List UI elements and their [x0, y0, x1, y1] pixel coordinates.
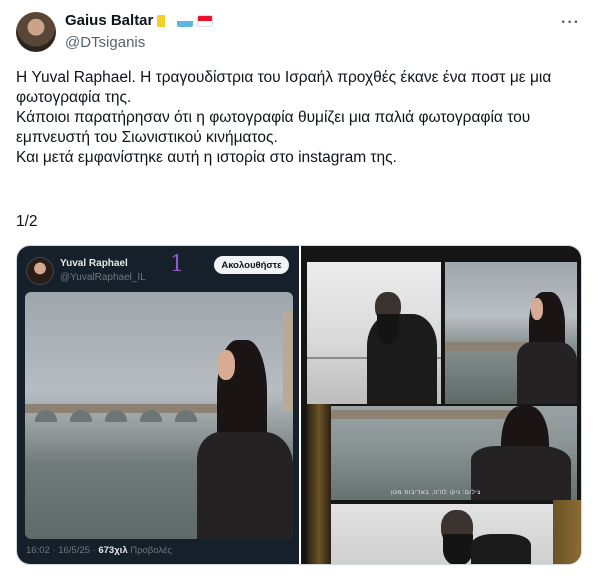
frame-border-left [307, 404, 331, 564]
author-avatar[interactable] [16, 12, 56, 52]
tweet-media-grid: Yuval Raphael @YuvalRaphael_IL 1 Ακολουθ… [16, 245, 582, 565]
thread-counter: 1/2 [16, 213, 38, 230]
author-handle[interactable]: @DTsiganis [65, 34, 145, 51]
woman-jacket [471, 446, 571, 500]
embedded-meta: 16:02 · 16/5/25 · 673χιλ Προβολές [26, 545, 172, 556]
herzl-figure [471, 534, 531, 564]
tweet-paragraph: Και μετά εμφανίστηκε αυτή η ιστορία στο … [16, 149, 397, 166]
riverside-building [283, 312, 293, 412]
bridge [331, 410, 511, 419]
tweet-paragraph: Κάποιοι παρατήρησαν ότι η φωτογραφία θυμ… [16, 109, 535, 146]
herzl-beard [377, 314, 399, 344]
herzl-beard [443, 534, 473, 564]
media-image-comparison[interactable]: צילום: ניקו לה'ה, באדיבות מטן [301, 246, 581, 564]
frame-border-right [553, 500, 581, 564]
herzl-photo-top [307, 262, 441, 404]
embedded-timestamp: 16:02 · 16/5/25 · [26, 545, 99, 556]
woman-face [531, 298, 543, 320]
woman-photo-bottom: צילום: ניקו לה'ה, באדיבות מטן [331, 406, 577, 500]
embedded-views-count: 673χιλ [98, 545, 128, 556]
author-name-row[interactable]: Gaius Baltar [65, 12, 214, 29]
more-options-icon[interactable]: ··· [561, 14, 580, 32]
monaco-flag-icon [197, 14, 214, 27]
handwritten-number: 1 [170, 252, 184, 277]
author-name[interactable]: Gaius Baltar [65, 12, 153, 29]
woman-jacket [517, 342, 577, 404]
embedded-handle: @YuvalRaphael_IL [60, 272, 146, 283]
photo-credit-caption: צילום: ניקו לה'ה, באדיבות מטן [391, 490, 481, 496]
follow-button: Ακολουθήστε [214, 256, 289, 274]
tweet-paragraph: Η Yuval Raphael. Η τραγουδίστρια του Ισρ… [16, 69, 556, 106]
embedded-avatar [26, 257, 54, 285]
woman-jacket [197, 432, 293, 539]
woman-face [217, 350, 235, 380]
tweet-text: Η Yuval Raphael. Η τραγουδίστρια του Ισρ… [16, 68, 586, 168]
embedded-views-label: Προβολές [127, 545, 172, 556]
tweet-card: Gaius Baltar @DTsiganis ··· Η Yuval Raph… [0, 0, 598, 579]
woman-photo-top [445, 262, 577, 404]
herzl-photo-bottom [331, 504, 553, 564]
vatican-flag-icon [157, 14, 174, 27]
bridge [25, 404, 225, 413]
san-marino-flag-icon [177, 14, 194, 27]
embedded-name: Yuval Raphael [60, 258, 128, 269]
media-image-embedded-tweet[interactable]: Yuval Raphael @YuvalRaphael_IL 1 Ακολουθ… [17, 246, 299, 564]
embedded-photo [25, 292, 293, 539]
